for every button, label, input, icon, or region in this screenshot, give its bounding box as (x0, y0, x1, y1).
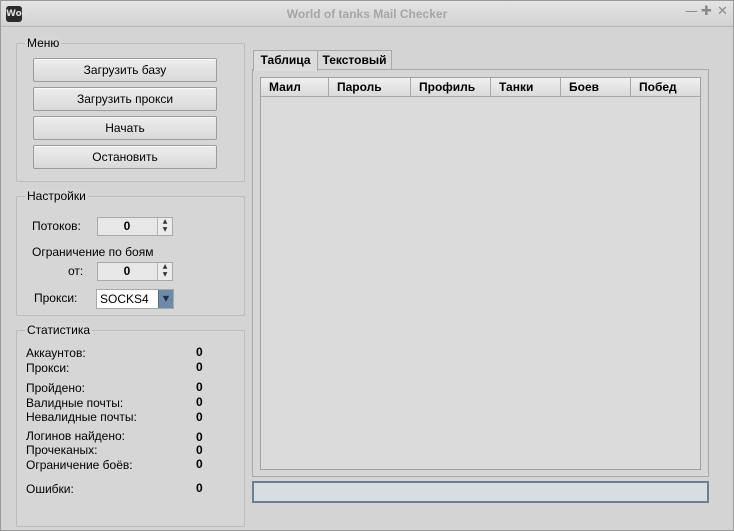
stop-button[interactable]: Остановить (33, 145, 217, 169)
stat-battle-limit-label: Ограничение боёв: (26, 458, 133, 472)
column-header-mail[interactable]: Маил (261, 78, 329, 97)
start-button[interactable]: Начать (33, 116, 217, 140)
stat-logins-found-label: Логинов найдено: (26, 429, 125, 443)
stat-proxies-value: 0 (196, 360, 203, 374)
column-header-battles[interactable]: Боев (561, 78, 631, 97)
threads-value[interactable]: 0 (98, 218, 156, 235)
status-bar (252, 481, 709, 503)
column-header-tanks[interactable]: Танки (491, 78, 561, 97)
arrow-up-icon[interactable]: ▲ (158, 218, 172, 226)
arrow-down-icon[interactable]: ▼ (158, 271, 172, 279)
column-header-wins[interactable]: Побед (631, 78, 700, 97)
stat-invalid-mails-label: Невалидные почты: (26, 410, 137, 424)
stat-processed-value: 0 (196, 380, 203, 394)
stat-checked-value: 0 (196, 443, 203, 457)
stat-accounts-value: 0 (196, 345, 203, 359)
battle-limit-label: Ограничение по боям (32, 245, 154, 259)
arrow-down-icon[interactable]: ▼ (158, 226, 172, 234)
main-window: WoT World of tanks Mail Checker — ✚ ✕ Ме… (0, 0, 734, 531)
threads-label: Потоков: (32, 219, 81, 233)
tab-table[interactable]: Таблица (253, 50, 318, 71)
battle-limit-stepper[interactable]: 0 ▲ ▼ (97, 262, 173, 281)
maximize-icon[interactable]: ✚ (700, 5, 713, 19)
stat-errors-value: 0 (196, 481, 203, 495)
stat-invalid-mails-value: 0 (196, 410, 203, 424)
title-bar[interactable]: WoT World of tanks Mail Checker — ✚ ✕ (1, 1, 733, 27)
stat-proxies-label: Прокси: (26, 361, 70, 375)
settings-legend: Настройки (25, 189, 88, 203)
stat-valid-mails-label: Валидные почты: (26, 396, 124, 410)
proxy-type-value: SOCKS4 (100, 292, 149, 306)
window-title: World of tanks Mail Checker (286, 7, 448, 21)
from-label: от: (68, 264, 84, 278)
menu-legend: Меню (25, 36, 62, 50)
arrow-up-icon[interactable]: ▲ (158, 263, 172, 271)
stat-processed-label: Пройдено: (26, 381, 85, 395)
threads-stepper[interactable]: 0 ▲ ▼ (97, 217, 173, 236)
column-header-profile[interactable]: Профиль (411, 78, 491, 97)
battle-limit-stepper-arrows[interactable]: ▲ ▼ (157, 263, 172, 280)
load-database-button[interactable]: Загрузить базу (33, 58, 217, 82)
stat-valid-mails-value: 0 (196, 395, 203, 409)
proxy-type-select[interactable]: SOCKS4 ▼ (96, 289, 174, 309)
stat-accounts-label: Аккаунтов: (26, 346, 86, 360)
close-icon[interactable]: ✕ (716, 5, 729, 19)
results-table[interactable]: Маил Пароль Профиль Танки Боев Побед (260, 77, 701, 470)
tab-panel-table: Маил Пароль Профиль Танки Боев Побед (252, 69, 709, 477)
stat-battle-limit-value: 0 (196, 457, 203, 471)
stat-checked-label: Прочеканых: (26, 443, 98, 457)
table-header: Маил Пароль Профиль Танки Боев Побед (261, 78, 700, 97)
load-proxy-button[interactable]: Загрузить прокси (33, 87, 217, 111)
statistics-legend: Статистика (25, 323, 93, 337)
column-header-password[interactable]: Пароль (329, 78, 411, 97)
threads-stepper-arrows[interactable]: ▲ ▼ (157, 218, 172, 235)
tab-text[interactable]: Текстовый (317, 50, 392, 70)
chevron-down-icon[interactable]: ▼ (158, 290, 173, 308)
minimize-icon[interactable]: — (685, 5, 698, 19)
stat-logins-found-value: 0 (196, 430, 203, 444)
proxy-type-label: Прокси: (34, 291, 78, 305)
menu-group: Меню Загрузить базу Загрузить прокси Нач… (16, 36, 245, 182)
battle-limit-value[interactable]: 0 (98, 263, 156, 280)
stat-errors-label: Ошибки: (26, 482, 74, 496)
